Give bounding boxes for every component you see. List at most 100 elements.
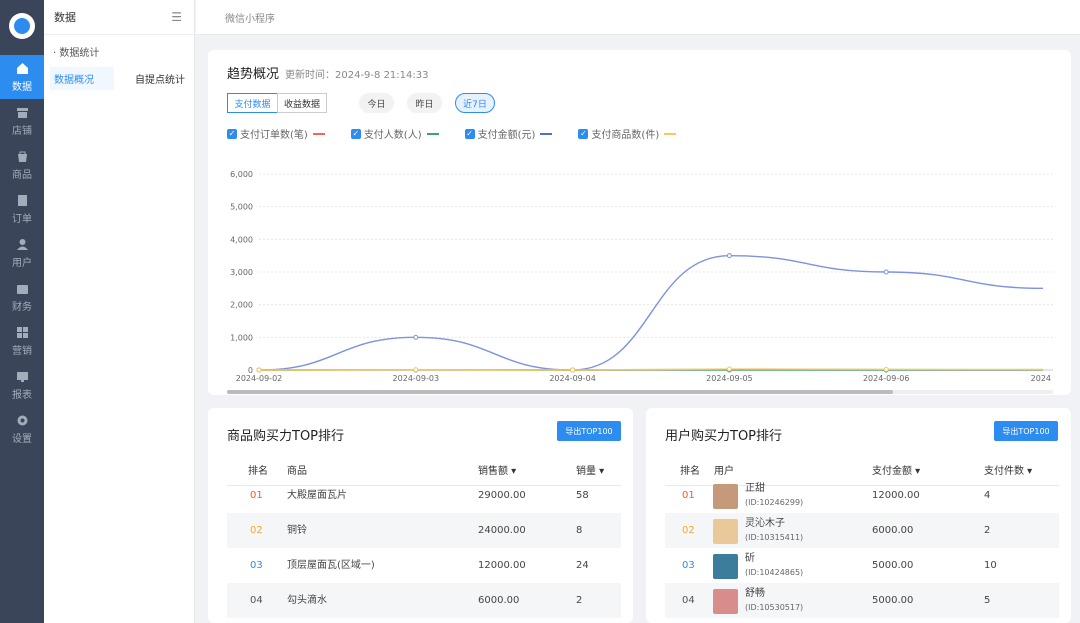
table-row[interactable]: 01 正甜 (ID:10246299) 12000.00 4 xyxy=(665,478,1059,513)
nav-item-label: 营销 xyxy=(12,345,32,357)
gear-icon xyxy=(17,415,27,425)
avatar xyxy=(713,589,738,614)
nav-item-5[interactable]: 财务 xyxy=(0,275,44,319)
y-tick-label: 6,000 xyxy=(230,170,253,179)
y-tick-label: 3,000 xyxy=(230,268,253,277)
y-tick-label: 5,000 xyxy=(230,203,253,212)
data-point[interactable] xyxy=(883,269,889,275)
nav-item-7[interactable]: 报表 xyxy=(0,363,44,407)
product-ranking-card: 商品购买力TOP排行 导出TOP100 排名 商品 销售额 ▾ 销量 ▾ 01 大… xyxy=(208,408,633,623)
legend-item[interactable]: ✓ 支付人数(人) xyxy=(350,126,439,141)
rank-number: 01 xyxy=(250,490,263,501)
sales-qty: 8 xyxy=(576,525,583,536)
user-id: (ID:10246299) xyxy=(745,498,804,507)
product-name: 大殿屋面瓦片 xyxy=(287,490,347,501)
legend-item[interactable]: ✓ 支付订单数(笔) xyxy=(227,126,325,141)
legend-item[interactable]: ✓ 支付金额(元) xyxy=(464,126,553,141)
rank-number: 02 xyxy=(682,525,695,536)
nav-item-label: 店铺 xyxy=(12,125,32,137)
submenu-item-overview[interactable]: 数据概况 xyxy=(50,67,114,90)
table-row[interactable]: 02 铜铃 24000.00 8 xyxy=(227,513,621,548)
nav-item-2[interactable]: 商品 xyxy=(0,143,44,187)
sales-qty: 58 xyxy=(576,490,589,501)
pay-qty: 5 xyxy=(984,595,991,606)
nav-item-1[interactable]: 店铺 xyxy=(0,99,44,143)
y-tick-label: 2,000 xyxy=(230,301,253,310)
range-today[interactable]: 今日 xyxy=(359,93,394,113)
rank-number: 04 xyxy=(250,595,263,606)
export-products-button[interactable]: 导出TOP100 xyxy=(557,421,621,441)
legend-item[interactable]: ✓ 支付商品数(件) xyxy=(578,126,677,141)
nav-item-label: 设置 xyxy=(12,433,32,445)
x-tick-label: 2024-09-04 xyxy=(549,374,596,383)
avatar xyxy=(713,519,738,544)
data-point[interactable] xyxy=(413,367,419,373)
store-icon xyxy=(16,107,28,118)
sales-amount: 6000.00 xyxy=(478,595,520,606)
checkbox-icon: ✓ xyxy=(350,128,361,139)
x-tick-label: 2024 xyxy=(1031,374,1051,383)
data-point[interactable] xyxy=(726,366,732,372)
export-users-button[interactable]: 导出TOP100 xyxy=(994,421,1058,441)
table-row[interactable]: 01 大殿屋面瓦片 29000.00 58 xyxy=(227,478,621,513)
bag-icon xyxy=(17,151,27,162)
pay-amount: 5000.00 xyxy=(872,560,914,571)
series-line xyxy=(258,254,1044,371)
legend-label: 支付金额(元) xyxy=(477,130,536,141)
table-row[interactable]: 02 灵沁木子 (ID:10315411) 6000.00 2 xyxy=(665,513,1059,548)
rank-number: 04 xyxy=(682,595,695,606)
nav-item-3[interactable]: 订单 xyxy=(0,187,44,231)
x-tick-label: 2024-09-05 xyxy=(706,374,753,383)
wallet-icon xyxy=(16,284,28,294)
sales-qty: 2 xyxy=(576,595,583,606)
submenu-item-pickup-stats[interactable]: 自提点统计 xyxy=(131,67,189,90)
table-row[interactable]: 03 斫 (ID:10424865) 5000.00 10 xyxy=(665,548,1059,583)
nav-item-4[interactable]: 用户 xyxy=(0,231,44,275)
x-tick-label: 2024-09-03 xyxy=(393,374,440,383)
nav-item-label: 财务 xyxy=(12,301,32,313)
x-tick-label: 2024-09-02 xyxy=(236,374,283,383)
breadcrumb[interactable]: 微信小程序 xyxy=(225,10,275,25)
user-ranking-title: 用户购买力TOP排行 xyxy=(665,429,783,444)
nav-item-label: 订单 xyxy=(12,213,32,225)
range-7days[interactable]: 近7日 xyxy=(455,93,495,113)
trend-card: 趋势概况 更新时间：2024-9-8 21:14:33 支付数据 收益数据 今日… xyxy=(208,50,1071,395)
nav-item-0[interactable]: 数据 xyxy=(0,55,44,99)
sales-qty: 24 xyxy=(576,560,589,571)
legend-swatch xyxy=(540,132,553,135)
nav-item-8[interactable]: 设置 xyxy=(0,407,44,451)
data-point[interactable] xyxy=(883,366,889,372)
document-icon xyxy=(17,194,27,206)
table-row[interactable]: 03 顶层屋面瓦(区域一) 12000.00 24 xyxy=(227,548,621,583)
grid-icon xyxy=(16,326,28,338)
menu-collapse-icon[interactable]: ☰ xyxy=(171,10,182,24)
app-logo xyxy=(9,13,35,39)
tab-revenue-data[interactable]: 收益数据 xyxy=(277,93,327,113)
range-yesterday[interactable]: 昨日 xyxy=(407,93,442,113)
legend-swatch xyxy=(426,132,439,135)
product-name: 铜铃 xyxy=(287,525,307,536)
table-row[interactable]: 04 舒畅 (ID:10530517) 5000.00 5 xyxy=(665,583,1059,618)
product-ranking-title: 商品购买力TOP排行 xyxy=(227,429,345,444)
rank-number: 02 xyxy=(250,525,263,536)
y-tick-label: 4,000 xyxy=(230,235,253,244)
pay-qty: 10 xyxy=(984,560,997,571)
user-name: 舒畅 xyxy=(745,588,765,599)
user-name: 斫 xyxy=(745,553,755,564)
data-point[interactable] xyxy=(726,253,732,259)
main-sidebar: 数据店铺商品订单用户财务营销报表设置 xyxy=(0,0,44,623)
nav-item-6[interactable]: 营销 xyxy=(0,319,44,363)
tab-payment-data[interactable]: 支付数据 xyxy=(227,93,278,113)
product-name: 顶层屋面瓦(区域一) xyxy=(287,560,375,571)
chart-legend: ✓ 支付订单数(笔) ✓ 支付人数(人) ✓ 支付金额(元) ✓ 支付商品数(件) xyxy=(227,126,702,141)
user-id: (ID:10424865) xyxy=(745,568,804,577)
data-point[interactable] xyxy=(413,334,419,340)
table-row[interactable]: 04 勾头滴水 6000.00 2 xyxy=(227,583,621,618)
nav-item-label: 报表 xyxy=(12,389,32,401)
pay-qty: 4 xyxy=(984,490,991,501)
data-point[interactable] xyxy=(256,367,262,373)
legend-swatch xyxy=(312,132,325,135)
chart-scrollbar[interactable] xyxy=(227,390,1053,394)
sub-sidebar: 数据 ☰ · 数据统计 数据概况 自提点统计 xyxy=(44,0,195,623)
data-point[interactable] xyxy=(570,367,576,373)
